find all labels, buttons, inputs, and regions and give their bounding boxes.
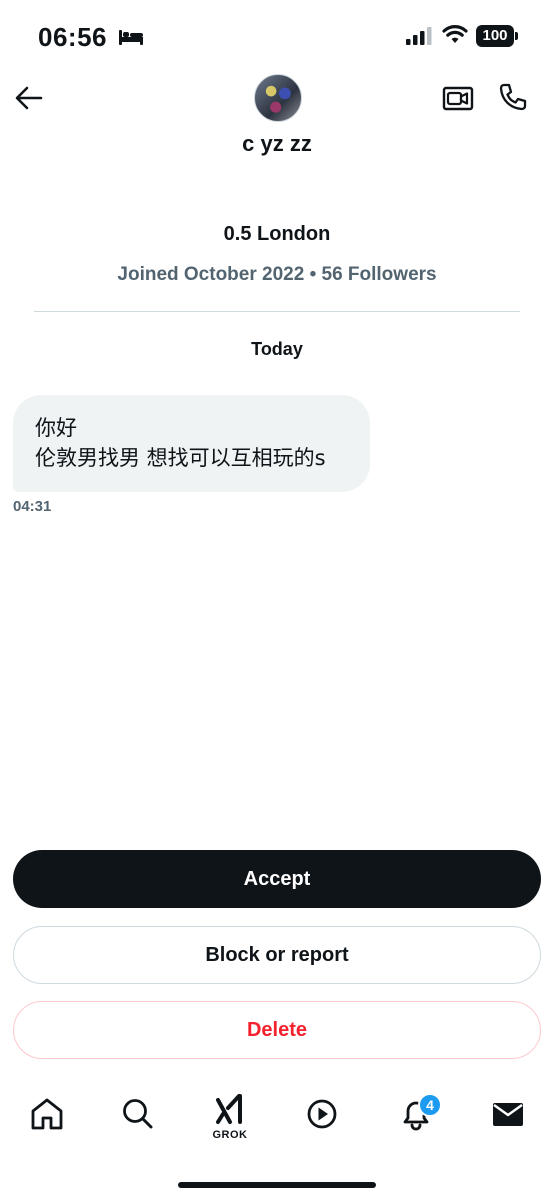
- contact-name[interactable]: c yz zz: [0, 131, 554, 157]
- grok-label: GROK: [212, 1129, 248, 1141]
- status-time: 06:56: [38, 22, 107, 52]
- block-or-report-button[interactable]: Block or report: [13, 926, 541, 984]
- phone-call-icon[interactable]: [498, 82, 528, 112]
- battery-indicator: 100: [476, 25, 518, 47]
- message-bubble[interactable]: 你好 伦敦男找男 想找可以互相玩的s: [13, 395, 370, 492]
- grok-tab[interactable]: GROK: [204, 1092, 256, 1142]
- message-timestamp: 04:31: [13, 498, 52, 515]
- home-indicator[interactable]: [178, 1182, 376, 1188]
- day-separator: Today: [251, 339, 303, 359]
- wifi-icon: [442, 25, 468, 43]
- notifications-badge: 4: [418, 1093, 442, 1117]
- play-video-icon[interactable]: [302, 1094, 342, 1134]
- back-arrow-icon[interactable]: [14, 84, 44, 112]
- video-call-icon[interactable]: [442, 84, 474, 112]
- home-icon[interactable]: [27, 1094, 67, 1134]
- message-line: 你好: [35, 416, 77, 440]
- bottom-nav: GROK: [0, 1082, 554, 1162]
- accept-button[interactable]: Accept: [13, 850, 541, 908]
- divider: [34, 311, 520, 312]
- search-icon[interactable]: [118, 1094, 158, 1134]
- profile-meta: Joined October 2022 • 56 Followers: [117, 264, 437, 285]
- cellular-signal-icon: [406, 27, 432, 45]
- battery-tip: [515, 32, 518, 40]
- grok-icon: [216, 1094, 242, 1124]
- message-line: 伦敦男找男 想找可以互相玩的s: [35, 446, 326, 470]
- delete-button[interactable]: Delete: [13, 1001, 541, 1059]
- status-bar: 06:56 100: [0, 0, 554, 70]
- sleep-focus-icon: [119, 30, 143, 45]
- contact-avatar[interactable]: [254, 74, 302, 122]
- dm-request-screen: 06:56 100 c yz zz 0.5 London Joined Octo…: [0, 0, 554, 1200]
- profile-display-line: 0.5 London: [223, 223, 331, 245]
- battery-level: 100: [476, 25, 514, 47]
- mail-icon[interactable]: [488, 1094, 528, 1134]
